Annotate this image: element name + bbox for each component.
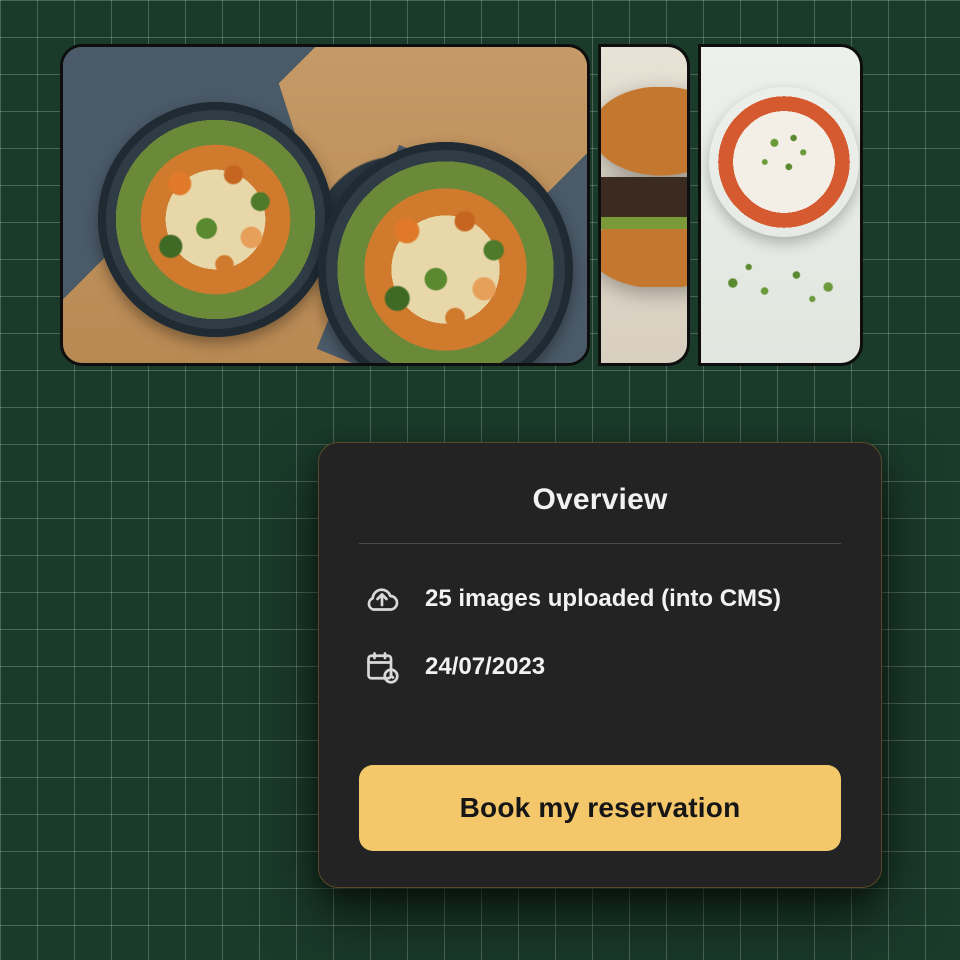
noodle-bowls-photo	[63, 47, 587, 363]
book-reservation-button[interactable]: Book my reservation	[359, 765, 841, 851]
overview-info-list: 25 images uploaded (into CMS) 24/07/2023	[359, 580, 841, 686]
gallery-image-3[interactable]	[698, 44, 863, 366]
upload-status-text: 25 images uploaded (into CMS)	[425, 585, 781, 613]
overview-title: Overview	[359, 483, 841, 544]
image-gallery	[60, 44, 870, 366]
date-text: 24/07/2023	[425, 653, 545, 681]
gallery-image-2[interactable]	[598, 44, 690, 366]
calendar-clock-icon	[363, 648, 401, 686]
dip-photo	[701, 47, 860, 363]
upload-status-row: 25 images uploaded (into CMS)	[363, 580, 841, 618]
burger-photo	[601, 47, 687, 363]
overview-card: Overview 25 images uploaded (into CMS)	[318, 442, 882, 888]
cloud-upload-icon	[363, 580, 401, 618]
date-row: 24/07/2023	[363, 648, 841, 686]
gallery-image-1[interactable]	[60, 44, 590, 366]
